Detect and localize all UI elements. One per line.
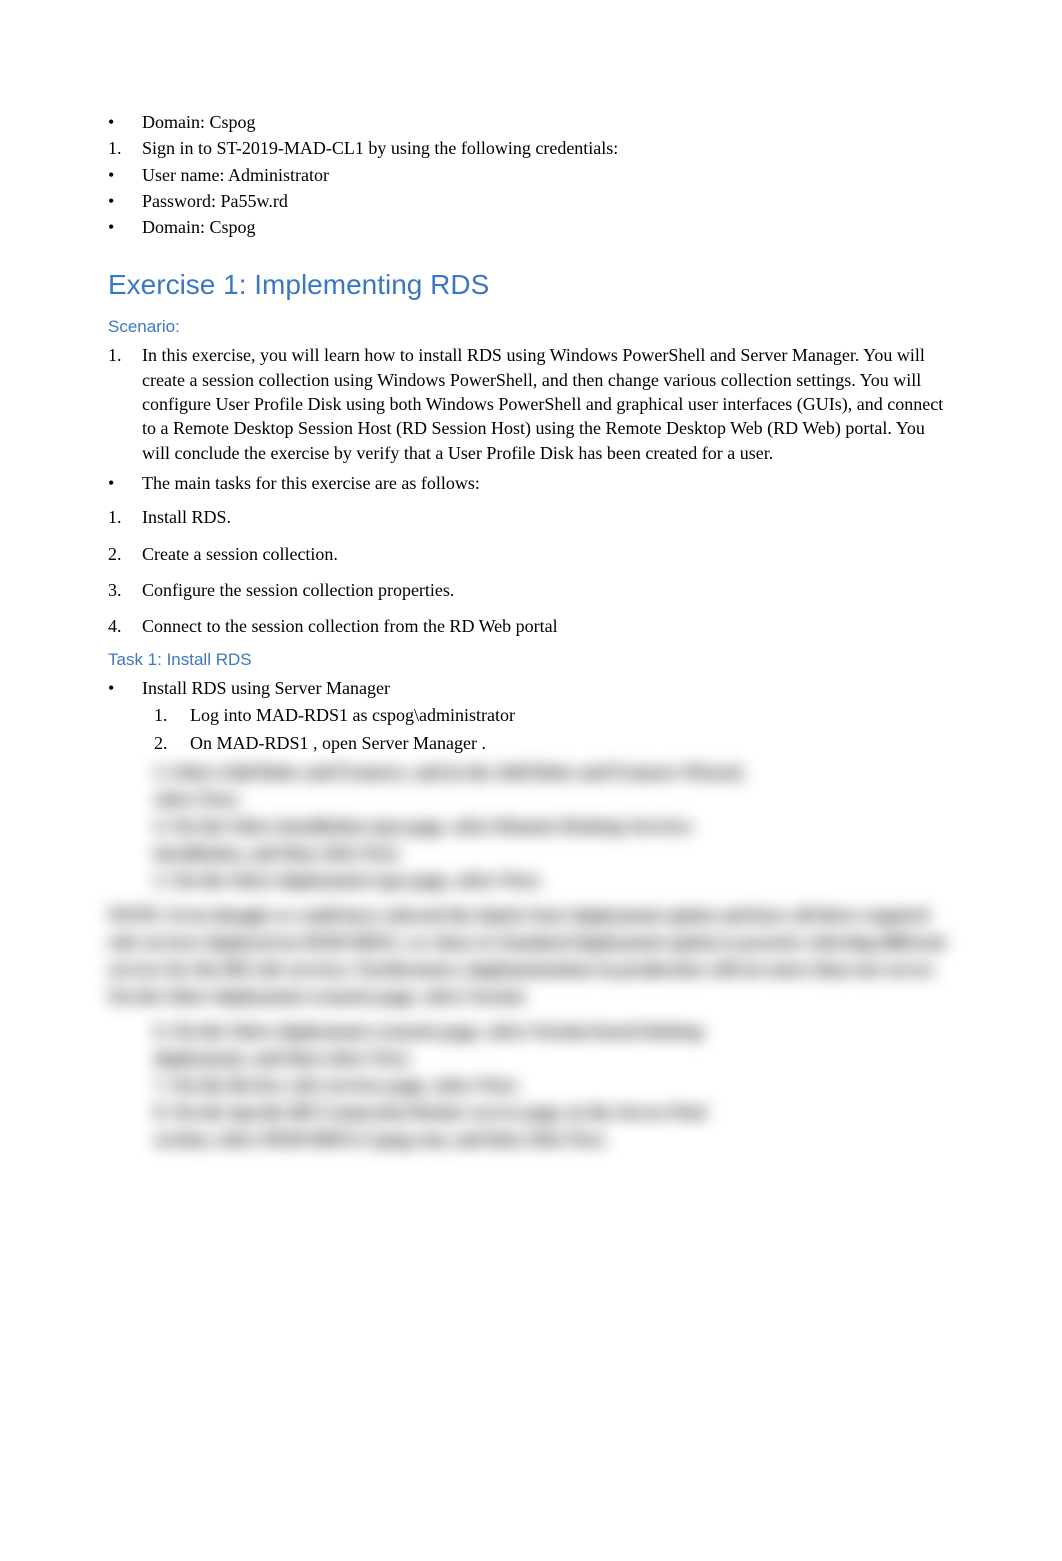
step-item: 1. Log into MAD-RDS1 as cspog\administra… bbox=[154, 703, 954, 727]
tasks-intro-item: • The main tasks for this exercise are a… bbox=[108, 471, 954, 495]
number-marker: 2. bbox=[108, 542, 142, 566]
step-text: On MAD-RDS1 , open Server Manager . bbox=[190, 731, 954, 755]
blurred-line: installation, and then click Next. bbox=[154, 840, 954, 867]
list-text: Domain: Cspog bbox=[142, 215, 954, 239]
number-marker: 1. bbox=[108, 505, 142, 529]
task-item: 1. Install RDS. bbox=[108, 505, 954, 529]
step-item: 2. On MAD-RDS1 , open Server Manager . bbox=[154, 731, 954, 755]
number-marker: 1. bbox=[108, 343, 142, 464]
blurred-content: 3. Select Add Roles and Features, and in… bbox=[108, 759, 954, 1153]
exercise-title: Exercise 1: Implementing RDS bbox=[108, 269, 954, 301]
bullet-marker: • bbox=[108, 110, 142, 134]
bullet-marker: • bbox=[108, 676, 142, 700]
blurred-line: 7. On the Review role services page, sel… bbox=[154, 1072, 954, 1099]
number-marker: 4. bbox=[108, 614, 142, 638]
task1-steps: 1. Log into MAD-RDS1 as cspog\administra… bbox=[108, 703, 954, 756]
task-item: 2. Create a session collection. bbox=[108, 542, 954, 566]
blurred-line: 6. On the Select deployment scenario pag… bbox=[154, 1018, 954, 1045]
blurred-line: 8. On the Specify RD Connection Broker s… bbox=[154, 1099, 954, 1126]
blurred-line: deployment, and then select Next. bbox=[154, 1045, 954, 1072]
number-marker: 1. bbox=[108, 136, 142, 160]
list-item: 1. Sign in to ST-2019-MAD-CL1 by using t… bbox=[108, 136, 954, 160]
bullet-marker: • bbox=[108, 163, 142, 187]
list-item: • Domain: Cspog bbox=[108, 215, 954, 239]
task1-intro-item: • Install RDS using Server Manager bbox=[108, 676, 954, 700]
blurred-line: section, select MAD-RDS1.Cspog.com, and … bbox=[154, 1126, 954, 1153]
list-text: Domain: Cspog bbox=[142, 110, 954, 134]
task-item: 3. Configure the session collection prop… bbox=[108, 578, 954, 602]
number-marker: 1. bbox=[154, 703, 190, 727]
blurred-line: select Next. bbox=[154, 786, 954, 813]
number-marker: 2. bbox=[154, 731, 190, 755]
list-text: Password: Pa55w.rd bbox=[142, 189, 954, 213]
task-item: 4. Connect to the session collection fro… bbox=[108, 614, 954, 638]
list-item: • Domain: Cspog bbox=[108, 110, 954, 134]
credentials-list: • Domain: Cspog 1. Sign in to ST-2019-MA… bbox=[108, 110, 954, 239]
bullet-marker: • bbox=[108, 215, 142, 239]
list-item: • User name: Administrator bbox=[108, 163, 954, 187]
number-marker: 3. bbox=[108, 578, 142, 602]
task1-heading: Task 1: Install RDS bbox=[108, 650, 954, 670]
task-text: Install RDS. bbox=[142, 505, 954, 529]
bullet-marker: • bbox=[108, 471, 142, 495]
step-text: Log into MAD-RDS1 as cspog\administrator bbox=[190, 703, 954, 727]
list-item: • Password: Pa55w.rd bbox=[108, 189, 954, 213]
main-tasks-list: 1. Install RDS. 2. Create a session coll… bbox=[108, 505, 954, 638]
scenario-body-item: 1. In this exercise, you will learn how … bbox=[108, 343, 954, 464]
scenario-body: In this exercise, you will learn how to … bbox=[142, 343, 954, 464]
bullet-marker: • bbox=[108, 189, 142, 213]
blurred-line: 3. Select Add Roles and Features, and in… bbox=[154, 759, 954, 786]
task-text: Configure the session collection propert… bbox=[142, 578, 954, 602]
scenario-label: Scenario: bbox=[108, 317, 954, 337]
list-text: User name: Administrator bbox=[142, 163, 954, 187]
blurred-note: NOTE: Even though we could have selected… bbox=[108, 902, 954, 1010]
blurred-line: 4. On the Select installation type page,… bbox=[154, 813, 954, 840]
list-text: Sign in to ST-2019-MAD-CL1 by using the … bbox=[142, 136, 954, 160]
task1-intro: Install RDS using Server Manager bbox=[142, 676, 954, 700]
task-text: Create a session collection. bbox=[142, 542, 954, 566]
task-text: Connect to the session collection from t… bbox=[142, 614, 954, 638]
tasks-intro: The main tasks for this exercise are as … bbox=[142, 471, 954, 495]
blurred-line: 5. On the Select deployment type page, s… bbox=[154, 867, 954, 894]
